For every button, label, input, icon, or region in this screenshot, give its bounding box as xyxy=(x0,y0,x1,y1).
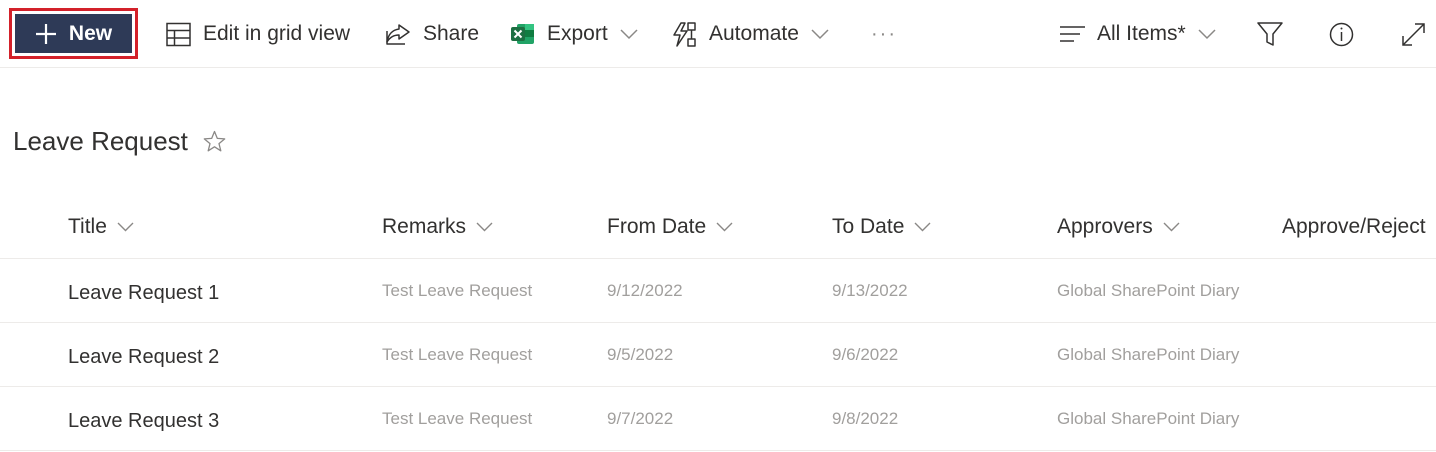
row-approvers: Global SharePoint Diary xyxy=(1057,281,1240,300)
page-title: Leave Request xyxy=(13,126,188,156)
more-icon: ··· xyxy=(871,22,897,45)
chevron-down-icon xyxy=(716,222,733,232)
star-icon[interactable] xyxy=(203,130,226,157)
excel-icon xyxy=(511,22,535,46)
column-header-approvers[interactable]: Approvers xyxy=(1057,195,1180,259)
lines-icon xyxy=(1060,25,1085,43)
list-row[interactable]: Leave Request 1 Test Leave Request 9/12/… xyxy=(0,259,1436,323)
row-to-date: 9/13/2022 xyxy=(832,281,908,300)
column-header-label: Approvers xyxy=(1057,215,1153,238)
plus-icon xyxy=(35,23,57,45)
row-remarks: Test Leave Request xyxy=(382,281,533,300)
row-from-date: 9/7/2022 xyxy=(607,409,674,428)
filter-button[interactable] xyxy=(1257,0,1283,68)
list-header: Title Remarks From Date To Date Approver… xyxy=(0,195,1436,259)
expand-button[interactable] xyxy=(1401,0,1426,68)
automate-icon xyxy=(672,21,697,47)
chevron-down-icon xyxy=(117,222,134,232)
share-label: Share xyxy=(423,22,480,45)
command-bar: New Edit in grid view Share Export Autom… xyxy=(0,0,1436,68)
column-header-approve-reject[interactable]: Approve/Reject xyxy=(1282,195,1426,259)
row-remarks: Test Leave Request xyxy=(382,409,533,428)
filter-icon xyxy=(1257,22,1283,46)
chevron-down-icon xyxy=(914,222,931,232)
row-title[interactable]: Leave Request 2 xyxy=(68,323,219,387)
column-header-from-date[interactable]: From Date xyxy=(607,195,733,259)
share-icon xyxy=(385,22,411,46)
chevron-down-icon xyxy=(620,28,638,40)
row-from-date: 9/5/2022 xyxy=(607,345,674,364)
new-button[interactable]: New xyxy=(15,14,132,53)
column-header-label: To Date xyxy=(832,215,905,238)
expand-icon xyxy=(1401,22,1426,47)
row-approvers: Global SharePoint Diary xyxy=(1057,345,1240,364)
chevron-down-icon xyxy=(811,28,829,40)
list-row[interactable]: Leave Request 2 Test Leave Request 9/5/2… xyxy=(0,323,1436,387)
more-button[interactable]: ··· xyxy=(871,0,897,68)
row-remarks: Test Leave Request xyxy=(382,345,533,364)
grid-icon xyxy=(166,22,191,47)
column-header-label: From Date xyxy=(607,215,707,238)
automate-button[interactable]: Automate xyxy=(672,0,829,68)
view-selector[interactable]: All Items* xyxy=(1060,0,1216,68)
column-header-to-date[interactable]: To Date xyxy=(832,195,931,259)
new-button-label: New xyxy=(68,21,113,45)
row-from-date: 9/12/2022 xyxy=(607,281,683,300)
column-header-label: Title xyxy=(68,215,107,238)
export-button[interactable]: Export xyxy=(511,0,638,68)
share-button[interactable]: Share xyxy=(385,0,479,68)
info-button[interactable] xyxy=(1329,0,1354,68)
info-icon xyxy=(1329,22,1354,47)
column-header-label: Approve/Reject xyxy=(1282,215,1426,238)
column-header-remarks[interactable]: Remarks xyxy=(382,195,493,259)
view-label: All Items* xyxy=(1097,22,1186,45)
column-header-title[interactable]: Title xyxy=(68,195,134,259)
edit-grid-view-button[interactable]: Edit in grid view xyxy=(166,0,350,68)
column-header-label: Remarks xyxy=(382,215,467,238)
row-title[interactable]: Leave Request 1 xyxy=(68,259,219,323)
row-to-date: 9/8/2022 xyxy=(832,409,899,428)
row-title[interactable]: Leave Request 3 xyxy=(68,387,219,451)
chevron-down-icon xyxy=(1198,28,1216,40)
automate-label: Automate xyxy=(709,22,799,45)
list-row[interactable]: Leave Request 3 Test Leave Request 9/7/2… xyxy=(0,387,1436,451)
chevron-down-icon xyxy=(1163,222,1180,232)
chevron-down-icon xyxy=(476,222,493,232)
row-approvers: Global SharePoint Diary xyxy=(1057,409,1240,428)
edit-grid-view-label: Edit in grid view xyxy=(203,22,351,45)
row-to-date: 9/6/2022 xyxy=(832,345,899,364)
export-label: Export xyxy=(547,22,608,45)
